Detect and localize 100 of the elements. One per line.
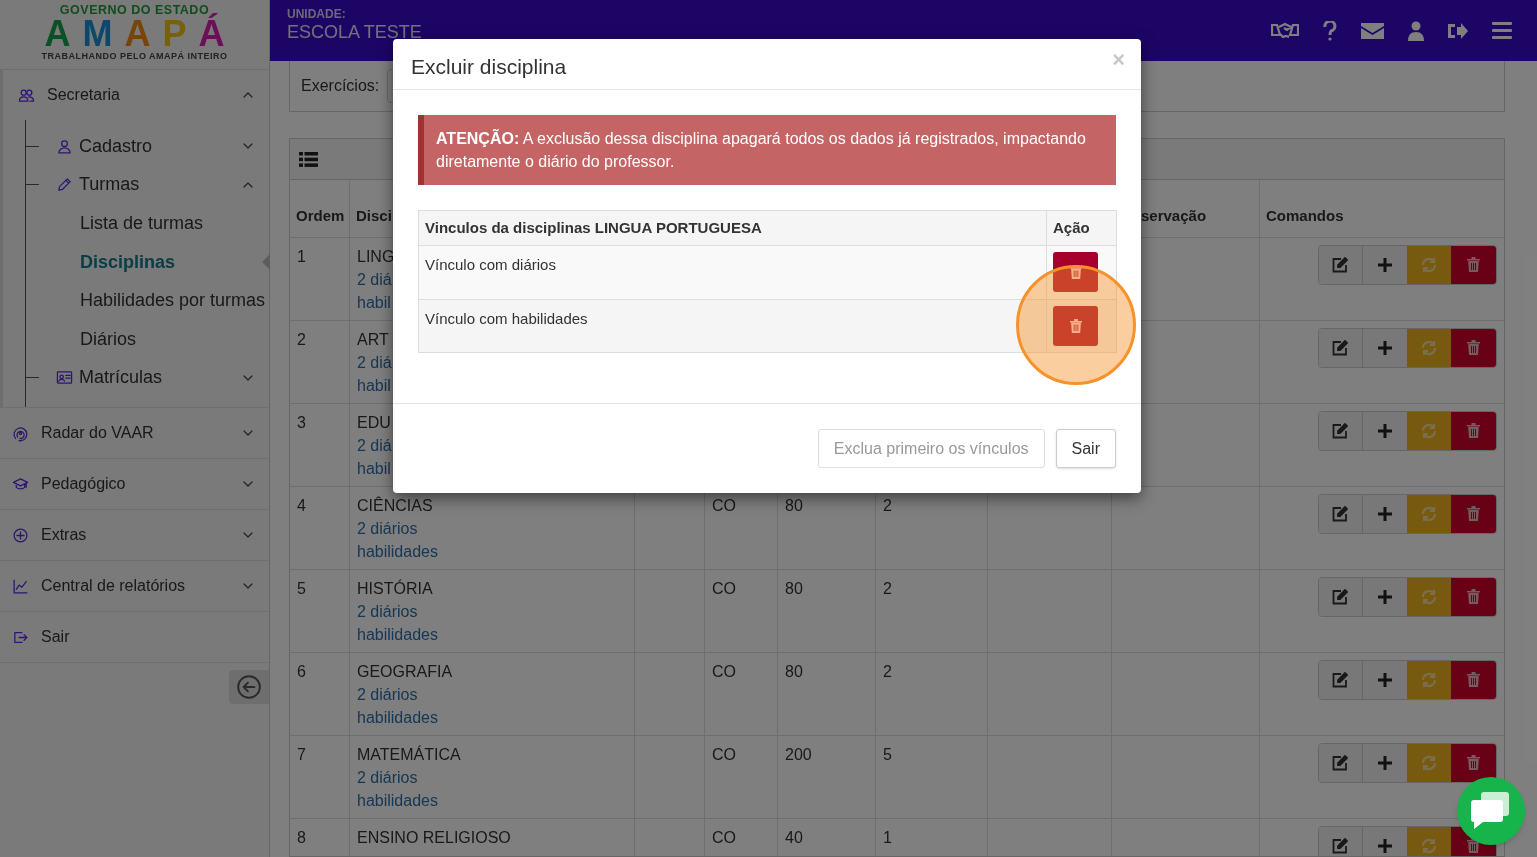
collapse-sidebar-button[interactable] bbox=[229, 670, 269, 705]
table-cell: 1 bbox=[883, 828, 892, 846]
sidebar-item[interactable]: Pedagógico bbox=[0, 459, 269, 510]
refresh-icon bbox=[1420, 505, 1437, 522]
add-button[interactable] bbox=[1362, 411, 1407, 450]
active-indicator bbox=[262, 254, 270, 271]
subject-link[interactable]: habil bbox=[357, 290, 391, 314]
plus-icon bbox=[1377, 423, 1392, 438]
table-cell: 5 bbox=[883, 745, 892, 763]
edit-icon bbox=[1332, 339, 1348, 356]
delete-button[interactable] bbox=[1450, 660, 1496, 699]
edit-button[interactable] bbox=[1318, 328, 1363, 367]
add-button[interactable] bbox=[1362, 494, 1407, 533]
table-cell: 1 bbox=[297, 247, 306, 265]
edit-icon bbox=[1332, 505, 1348, 522]
subject-link[interactable]: habil bbox=[357, 373, 391, 397]
delete-link-button[interactable] bbox=[1053, 305, 1098, 346]
delete-button[interactable] bbox=[1450, 494, 1496, 533]
table-cell: 3 bbox=[297, 413, 306, 431]
trash-icon bbox=[1466, 257, 1480, 272]
arrow-left-icon bbox=[236, 674, 262, 701]
subject-link[interactable]: habilidades bbox=[357, 539, 438, 563]
table-cell: CO bbox=[712, 828, 736, 846]
edit-button[interactable] bbox=[1318, 826, 1363, 856]
delete-button[interactable] bbox=[1450, 245, 1496, 284]
edit-icon bbox=[1332, 837, 1348, 854]
sidebar-item[interactable]: Secretaria bbox=[3, 70, 269, 120]
subject-link[interactable]: habilidades bbox=[357, 788, 438, 812]
refresh-icon bbox=[1420, 256, 1437, 273]
trash-icon bbox=[1466, 506, 1480, 521]
subject-link[interactable]: 2 diários bbox=[357, 765, 418, 789]
edit-button[interactable] bbox=[1318, 577, 1363, 616]
sidebar-link[interactable]: Diários bbox=[80, 325, 136, 353]
refresh-icon bbox=[1420, 837, 1437, 854]
help-icon[interactable] bbox=[1323, 20, 1337, 41]
unit-label: UNIDADE: bbox=[287, 7, 347, 21]
sidebar-link[interactable]: Lista de turmas bbox=[80, 210, 204, 237]
sidebar-item[interactable]: Sair bbox=[0, 612, 269, 663]
delete-button[interactable] bbox=[1450, 411, 1496, 450]
subject-link[interactable]: 2 diá bbox=[357, 267, 392, 291]
refresh-icon bbox=[1420, 671, 1437, 688]
table-cell: 80 bbox=[785, 662, 803, 680]
add-button[interactable] bbox=[1362, 328, 1407, 367]
sidebar-item[interactable]: Radar do VAAR bbox=[0, 408, 269, 459]
subject-link[interactable]: 2 diários bbox=[357, 682, 418, 706]
logo-title: GOVERNO DO ESTADO bbox=[59, 3, 210, 17]
sidebar-item[interactable]: Central de relatórios bbox=[0, 561, 269, 612]
edit-icon bbox=[1332, 256, 1348, 273]
add-button[interactable] bbox=[1362, 577, 1407, 616]
plus-icon bbox=[1377, 672, 1392, 687]
sign-out-icon[interactable] bbox=[1448, 21, 1468, 40]
subject-name: ART bbox=[357, 329, 389, 350]
sidebar-link[interactable]: Disciplinas bbox=[80, 248, 176, 276]
handshake-icon[interactable] bbox=[1271, 20, 1299, 41]
column-header: Vinculos da disciplinas LINGUA PORTUGUESA bbox=[425, 218, 762, 236]
subject-link[interactable]: habilidades bbox=[357, 705, 438, 729]
user-icon bbox=[56, 137, 73, 155]
trash-icon bbox=[1466, 755, 1480, 770]
user-icon[interactable] bbox=[1408, 20, 1424, 41]
sidebar-link[interactable]: Habilidades por turmas bbox=[80, 287, 266, 315]
add-button[interactable] bbox=[1362, 743, 1407, 782]
edit-button[interactable] bbox=[1318, 245, 1363, 284]
edit-button[interactable] bbox=[1318, 660, 1363, 699]
radar-icon bbox=[12, 424, 29, 442]
add-button[interactable] bbox=[1362, 660, 1407, 699]
close-button[interactable]: × bbox=[1112, 48, 1125, 71]
list-icon bbox=[299, 151, 318, 167]
exit-button[interactable]: Sair bbox=[1055, 429, 1116, 468]
delete-button[interactable] bbox=[1450, 577, 1496, 616]
edit-button[interactable] bbox=[1318, 743, 1363, 782]
plus-icon bbox=[1377, 506, 1392, 521]
add-button[interactable] bbox=[1362, 245, 1407, 284]
subject-link[interactable]: 2 diários bbox=[357, 516, 418, 540]
menu-icon[interactable] bbox=[1492, 22, 1512, 39]
plus-icon bbox=[1377, 257, 1392, 272]
table-cell: CO bbox=[712, 496, 736, 514]
edit-button[interactable] bbox=[1318, 494, 1363, 533]
sidebar-item[interactable]: Extras bbox=[0, 510, 269, 561]
edit-button[interactable] bbox=[1318, 411, 1363, 450]
sidebar-item[interactable]: Turmas bbox=[26, 165, 269, 205]
sidebar-item[interactable]: Cadastro bbox=[26, 127, 269, 166]
subject-name: ENSINO RELIGIOSO bbox=[357, 827, 511, 848]
filter-label: Exercícios: bbox=[301, 76, 380, 96]
delete-link-button[interactable] bbox=[1053, 252, 1098, 292]
envelope-icon[interactable] bbox=[1361, 21, 1384, 40]
subject-link[interactable]: habilidades bbox=[357, 622, 438, 646]
sidebar-item[interactable]: Matrículas bbox=[26, 358, 269, 398]
subject-link[interactable]: habil bbox=[357, 456, 391, 480]
table-cell: 2 bbox=[883, 579, 892, 597]
delete-button[interactable] bbox=[1450, 328, 1496, 367]
add-button[interactable] bbox=[1362, 826, 1407, 856]
plus-icon bbox=[1377, 755, 1392, 770]
link-label: Vínculo com habilidades bbox=[425, 309, 588, 327]
plus-icon bbox=[1377, 589, 1392, 604]
floating-chat-overlay[interactable] bbox=[1457, 777, 1525, 845]
subject-link[interactable]: 2 diá bbox=[357, 350, 392, 374]
table-cell: 6 bbox=[297, 662, 306, 680]
subject-link[interactable]: 2 diários bbox=[357, 599, 418, 623]
subject-name: EDU bbox=[357, 412, 391, 433]
subject-link[interactable]: 2 diá bbox=[357, 433, 392, 457]
